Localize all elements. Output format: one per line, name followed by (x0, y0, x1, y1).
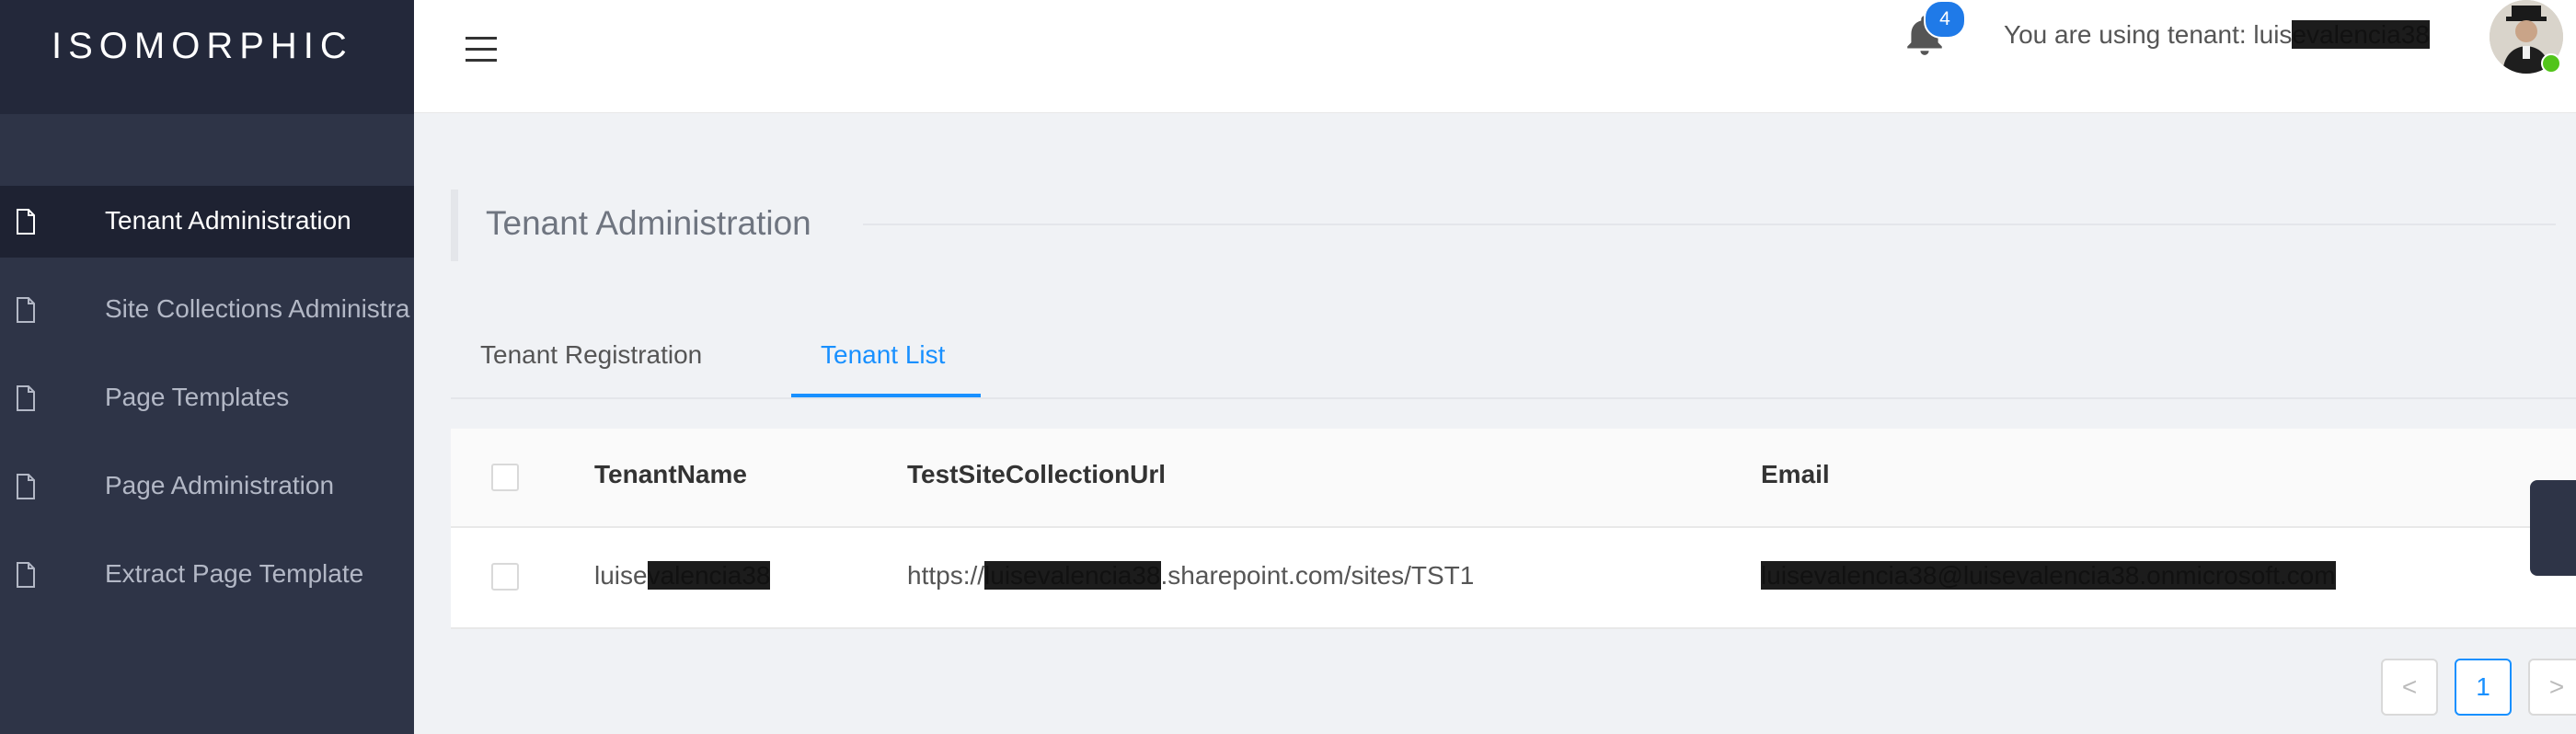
tenant-indicator: You are using tenant: luisevalencia38 (2004, 20, 2430, 50)
redacted-text: valencia38 (647, 561, 771, 590)
app-logo[interactable]: ISOMORPHIC (52, 26, 353, 67)
menu-toggle-icon[interactable] (466, 37, 497, 63)
sidebar-item-label: Extract Page Template (105, 559, 364, 588)
sidebar-item-page-administration[interactable]: Page Administration (0, 451, 414, 522)
sidebar: ISOMORPHIC Tenant Administration Site Co… (0, 0, 414, 734)
file-icon (17, 385, 35, 411)
cell-text: luise (594, 561, 648, 590)
cell-text: .sharepoint.com/sites/TST1 (1160, 561, 1475, 590)
page-title: Tenant Administration (486, 204, 811, 242)
sidebar-item-label: Page Administration (105, 471, 335, 499)
online-status-dot (2541, 53, 2561, 74)
divider (863, 224, 2556, 225)
sidebar-item-extract-page-template[interactable]: Extract Page Template (0, 539, 414, 611)
tenant-indicator-text: You are using tenant: luis (2004, 20, 2293, 49)
redacted-text: luisevalencia38 (984, 561, 1161, 590)
select-all-checkbox[interactable] (491, 464, 519, 491)
logo-bar: ISOMORPHIC (0, 0, 414, 114)
table-row[interactable]: luisevalencia38 https://luisevalencia38.… (451, 528, 2576, 629)
cell-url: https://luisevalencia38.sharepoint.com/s… (907, 561, 1474, 591)
column-header-url[interactable]: TestSiteCollectionUrl (907, 460, 1166, 489)
floating-widget-tab[interactable] (2530, 480, 2576, 576)
sidebar-item-label: Site Collections Administra (105, 294, 410, 323)
cell-tenantname: luisevalencia38 (594, 561, 771, 591)
sidebar-item-page-templates[interactable]: Page Templates (0, 362, 414, 434)
sidebar-item-label: Tenant Administration (105, 206, 351, 235)
page-1-button[interactable]: 1 (2455, 659, 2512, 716)
tab-tenant-registration[interactable]: Tenant Registration (480, 340, 702, 370)
next-page-button[interactable]: > (2528, 659, 2576, 716)
prev-page-button[interactable]: < (2381, 659, 2438, 716)
row-checkbox[interactable] (491, 563, 519, 591)
redacted-text: luisevalencia38@luisevalencia38.onmicros… (1761, 561, 2336, 590)
notification-badge: 4 (1924, 0, 1966, 39)
top-header: 4 You are using tenant: luisevalencia38 (414, 0, 2576, 113)
page-title-bar: Tenant Administration (451, 189, 2576, 261)
active-tab-indicator (791, 394, 981, 397)
sidebar-item-tenant-administration[interactable]: Tenant Administration (0, 186, 414, 258)
file-icon (17, 562, 35, 588)
title-accent (451, 189, 458, 261)
sidebar-item-label: Page Templates (105, 383, 290, 411)
cell-email: luisevalencia38@luisevalencia38.onmicros… (1761, 561, 2336, 591)
table-header: TenantName TestSiteCollectionUrl Email (451, 429, 2576, 528)
tab-tenant-list[interactable]: Tenant List (821, 340, 945, 370)
cell-text: https:// (907, 561, 985, 590)
file-icon (17, 474, 35, 499)
file-icon (17, 297, 35, 323)
file-icon (17, 209, 35, 235)
column-header-tenantname[interactable]: TenantName (594, 460, 747, 489)
tabs: Tenant Registration Tenant List (451, 313, 2576, 399)
sidebar-item-site-collections[interactable]: Site Collections Administra (0, 274, 414, 346)
redacted-text: evalencia38 (2292, 20, 2430, 49)
column-header-email[interactable]: Email (1761, 460, 1830, 489)
